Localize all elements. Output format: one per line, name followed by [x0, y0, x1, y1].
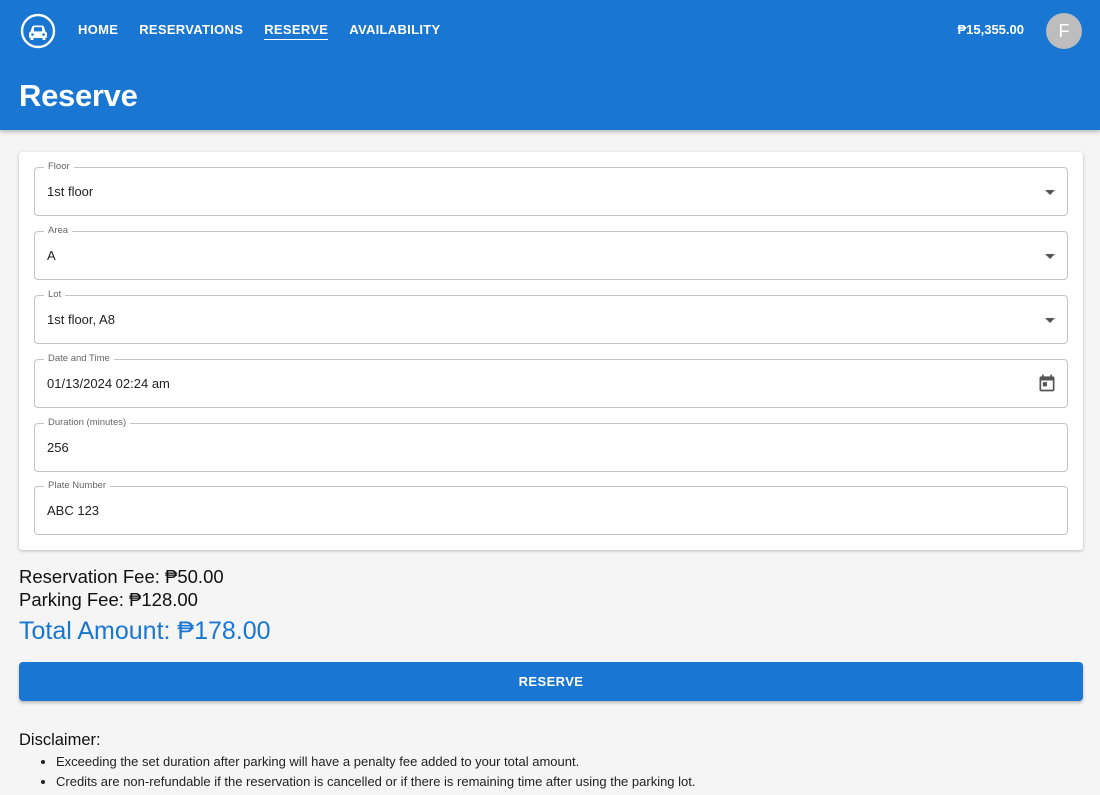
floor-value: 1st floor [47, 184, 94, 199]
floor-select[interactable]: Floor 1st floor [34, 161, 1068, 216]
plate-number-input[interactable]: Plate Number ABC 123 [34, 480, 1068, 535]
total-amount: Total Amount: ₱178.00 [19, 617, 271, 645]
chevron-down-icon[interactable] [1045, 190, 1055, 195]
main-nav: HOME RESERVATIONS RESERVE AVAILABILITY [78, 22, 440, 40]
page-title: Reserve [19, 78, 138, 113]
parking-fee: Parking Fee: ₱128.00 [19, 589, 198, 610]
datetime-value: 01/13/2024 02:24 am [47, 376, 170, 391]
disclaimer-title: Disclaimer: [19, 731, 101, 749]
chevron-down-icon[interactable] [1045, 254, 1055, 259]
reservation-form-card: Floor 1st floor Area A Lot 1st floor, A8… [19, 152, 1083, 550]
chevron-down-icon[interactable] [1045, 318, 1055, 323]
car-logo-icon[interactable] [20, 13, 56, 49]
avatar-initial: F [1058, 20, 1070, 41]
duration-input[interactable]: Duration (minutes) 256 [34, 417, 1068, 472]
reserve-button-label: RESERVE [518, 674, 584, 689]
lot-select[interactable]: Lot 1st floor, A8 [34, 289, 1068, 344]
nav-reserve[interactable]: RESERVE [264, 22, 329, 40]
lot-label: Lot [44, 289, 66, 300]
duration-value: 256 [47, 440, 69, 455]
nav-reservations[interactable]: RESERVATIONS [139, 22, 243, 40]
floor-label: Floor [44, 161, 74, 172]
plate-number-label: Plate Number [44, 480, 111, 491]
duration-label: Duration (minutes) [44, 417, 131, 428]
plate-number-value: ABC 123 [47, 503, 100, 518]
nav-home[interactable]: HOME [78, 22, 118, 40]
disclaimer-item: Exceeding the set duration after parking… [56, 752, 696, 772]
datetime-label: Date and Time [44, 353, 114, 364]
reserve-button[interactable]: RESERVE [19, 662, 1083, 701]
lot-value: 1st floor, A8 [47, 312, 115, 327]
area-select[interactable]: Area A [34, 225, 1068, 280]
nav-availability[interactable]: AVAILABILITY [349, 22, 440, 40]
credit-balance: ₱15,355.00 [957, 22, 1024, 37]
area-value: A [47, 248, 56, 263]
app-bar: HOME RESERVATIONS RESERVE AVAILABILITY ₱… [0, 0, 1100, 130]
calendar-icon[interactable] [1037, 373, 1057, 393]
disclaimer-item: Credits are non-refundable if the reserv… [56, 772, 696, 792]
disclaimer-list: Exceeding the set duration after parking… [56, 752, 696, 792]
area-label: Area [44, 225, 73, 236]
fee-summary: Reservation Fee: ₱50.00 Parking Fee: ₱12… [19, 565, 224, 611]
avatar[interactable]: F [1046, 13, 1082, 49]
reservation-fee: Reservation Fee: ₱50.00 [19, 566, 224, 587]
datetime-field[interactable]: Date and Time 01/13/2024 02:24 am [34, 353, 1068, 408]
